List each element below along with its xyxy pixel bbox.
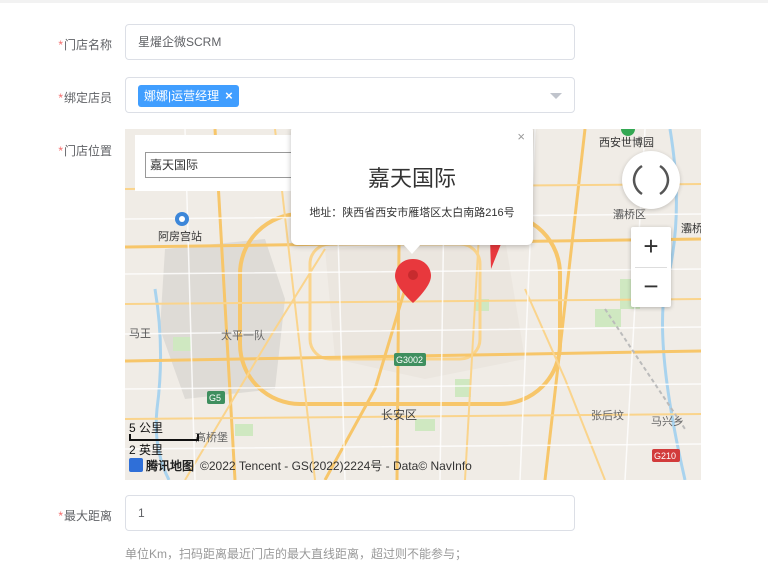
max-distance-hint: 单位Km，扫码距离最近门店的最大直线距离，超过则不能参与；	[125, 547, 468, 561]
store-name-value: 星燿企微SCRM	[138, 35, 222, 49]
svg-text:马兴乡: 马兴乡	[651, 415, 684, 428]
max-distance-input[interactable]: 1	[125, 495, 575, 531]
svg-text:灞桥湿地: 灞桥湿地	[681, 222, 701, 235]
zoom-out-button[interactable]: −	[631, 267, 671, 307]
scale-mi: 2 英里	[129, 443, 164, 457]
svg-text:G210: G210	[654, 451, 676, 461]
close-icon[interactable]: ×	[517, 129, 525, 144]
location-label: *门店位置	[58, 144, 112, 158]
svg-text:G3002: G3002	[396, 355, 423, 365]
svg-text:高桥堡: 高桥堡	[195, 430, 228, 444]
staff-tag-label: 娜娜|运营经理	[144, 89, 220, 103]
svg-text:马王: 马王	[129, 327, 151, 340]
svg-text:张后坟: 张后坟	[591, 408, 624, 422]
zoom-in-button[interactable]: +	[631, 227, 671, 267]
popup-title: 嘉天国际	[367, 166, 456, 191]
map-info-popup: × 嘉天国际 地址：陕西省西安市雁塔区太白南路216号	[291, 129, 533, 254]
popup-address: 地址：陕西省西安市雁塔区太白南路216号	[309, 207, 515, 219]
max-distance-label: *最大距离	[58, 509, 112, 523]
map-attribution: 腾讯地图 ©2022 Tencent - GS(2022)2224号 - Data…	[129, 457, 472, 474]
chevron-down-icon[interactable]	[550, 93, 562, 99]
compass-icon[interactable]	[622, 151, 680, 209]
map-search-input[interactable]: 嘉天国际	[145, 152, 293, 178]
svg-text:太平一队: 太平一队	[221, 328, 265, 342]
zoom-control: + −	[631, 227, 671, 307]
staff-select[interactable]: 娜娜|运营经理 ×	[125, 77, 575, 113]
tencent-map-logo-icon	[129, 458, 143, 472]
map-brand: 腾讯地图	[146, 459, 195, 473]
staff-label: *绑定店员	[58, 91, 112, 105]
svg-text:阿房宫站: 阿房宫站	[158, 229, 202, 243]
svg-text:G5: G5	[209, 393, 221, 403]
map-scale: 5 公里 2 英里	[129, 419, 199, 458]
map-canvas[interactable]: 西安世博园 灞桥区 灞桥湿地 阿房宫站 太平一队 马王 长安区 张后坟 马兴乡 …	[125, 129, 701, 480]
store-name-label: *门店名称	[58, 38, 112, 52]
staff-tag: 娜娜|运营经理 ×	[138, 85, 239, 107]
store-name-input[interactable]: 星燿企微SCRM	[125, 24, 575, 60]
tag-close-icon[interactable]: ×	[225, 85, 233, 107]
svg-text:长安区: 长安区	[381, 407, 417, 422]
max-distance-value: 1	[138, 506, 145, 520]
map-label: 西安世博园	[599, 135, 654, 149]
map-copyright: ©2022 Tencent - GS(2022)2224号 - Data© Na…	[200, 459, 472, 473]
svg-text:灞桥区: 灞桥区	[613, 208, 646, 221]
top-divider	[0, 0, 768, 3]
